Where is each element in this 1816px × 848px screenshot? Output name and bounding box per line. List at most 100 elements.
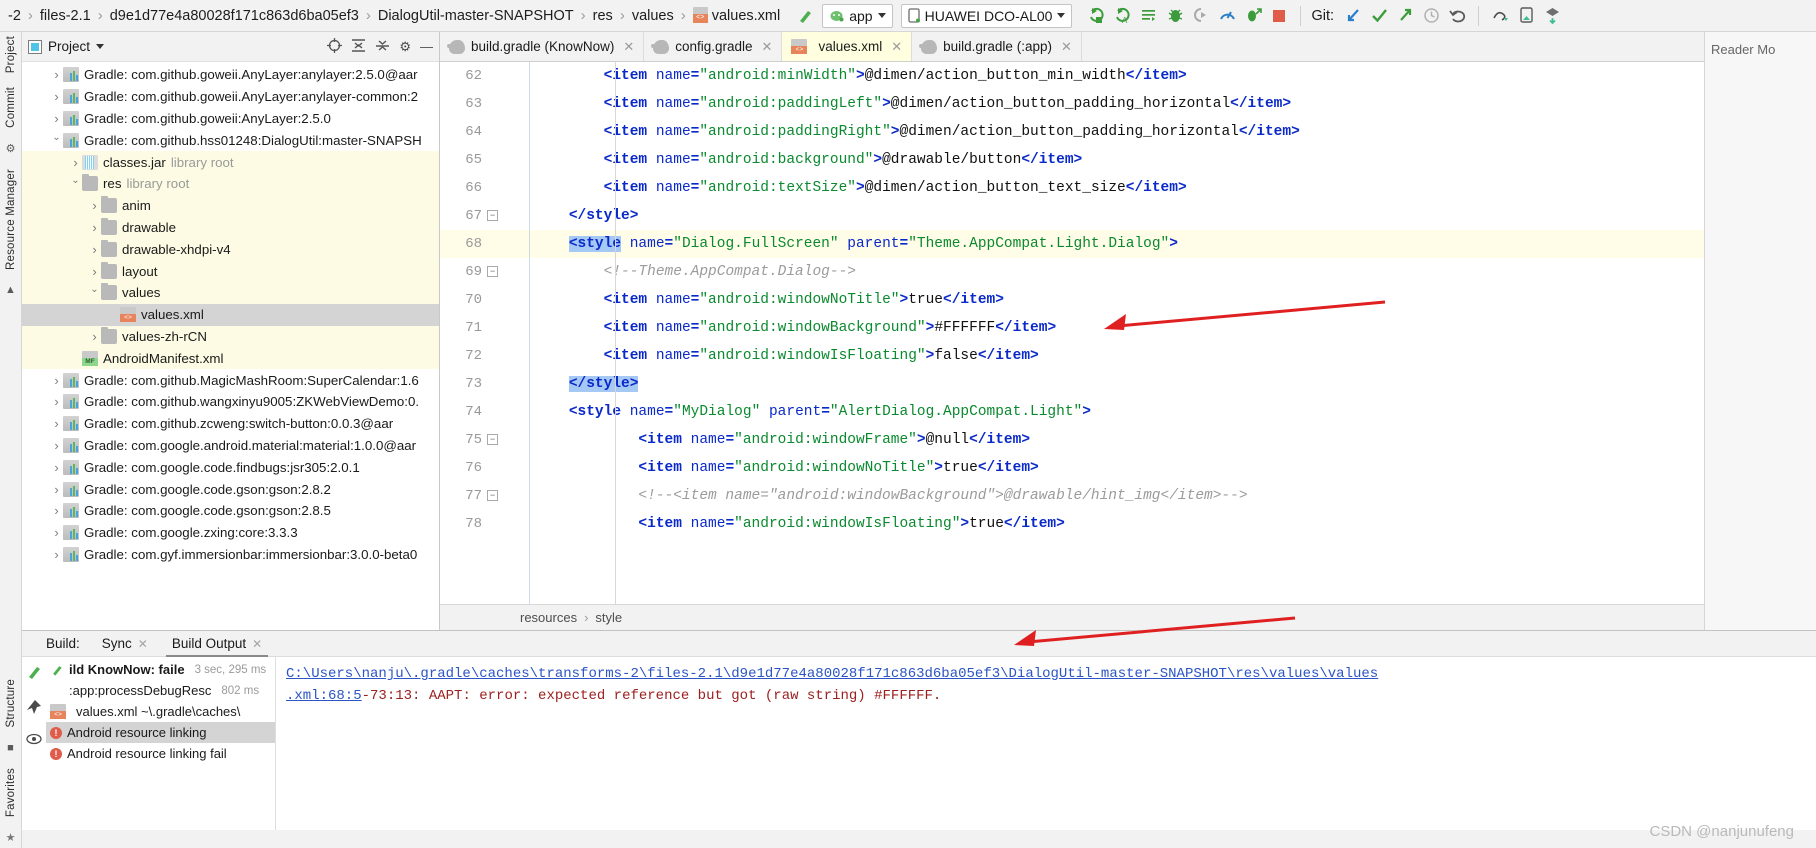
tree-expand-arrow[interactable]: [50, 438, 63, 453]
git-commit-icon[interactable]: [1366, 4, 1392, 28]
locate-icon[interactable]: [327, 37, 343, 56]
tree-item[interactable]: Gradle: com.github.goweii.AnyLayer:anyla…: [22, 64, 439, 86]
editor-tab[interactable]: build.gradle (:app) ✕: [912, 32, 1082, 61]
tree-expand-arrow[interactable]: [88, 264, 101, 279]
tree-item[interactable]: Gradle: com.google.zxing:core:3.3.3: [22, 522, 439, 544]
tree-item[interactable]: Gradle: com.gyf.immersionbar:immersionba…: [22, 544, 439, 566]
tree-item[interactable]: Gradle: com.github.zcweng:switch-button:…: [22, 413, 439, 435]
tree-expand-arrow[interactable]: [88, 287, 101, 298]
tree-item[interactable]: layout: [22, 260, 439, 282]
breadcrumb-item[interactable]: values.xml: [691, 7, 783, 24]
stop-icon[interactable]: [1266, 4, 1292, 28]
build-tree-item[interactable]: ! Android resource linking fail: [46, 743, 275, 764]
tree-expand-arrow[interactable]: [50, 547, 63, 562]
rail-button-commit[interactable]: Commit: [5, 87, 17, 128]
tree-expand-arrow[interactable]: [88, 198, 101, 213]
error-location-link[interactable]: .xml:68:5: [286, 688, 362, 704]
breadcrumb-item[interactable]: values: [630, 8, 676, 24]
code-content[interactable]: <item name="android:minWidth">@dimen/act…: [522, 62, 1704, 604]
sdk-manager-icon[interactable]: [1539, 4, 1565, 28]
breadcrumb-item[interactable]: d9e1d77e4a80028f171c863d6ba05ef3: [108, 8, 361, 24]
breadcrumb-item[interactable]: res: [591, 8, 615, 24]
editor-breadcrumb-item[interactable]: resources: [520, 610, 577, 625]
fold-toggle-icon[interactable]: −: [487, 434, 498, 445]
build-tree-item[interactable]: :app:processDebugResc 802 ms: [46, 680, 275, 701]
tree-item[interactable]: values: [22, 281, 439, 304]
expand-all-icon[interactable]: [351, 38, 366, 56]
tree-item[interactable]: Gradle: com.google.code.gson:gson:2.8.2: [22, 478, 439, 500]
tree-expand-arrow[interactable]: [50, 373, 63, 388]
build-tab-build-output[interactable]: Build Output ✕: [160, 631, 274, 657]
tree-item[interactable]: anim: [22, 194, 439, 217]
git-update-icon[interactable]: [1340, 4, 1366, 28]
tree-expand-arrow[interactable]: [50, 89, 63, 104]
rerun-icon[interactable]: [25, 663, 43, 684]
tree-expand-arrow[interactable]: [50, 67, 63, 82]
run-with-args-icon[interactable]: A: [1110, 4, 1136, 28]
breadcrumb-item[interactable]: -2: [6, 8, 23, 24]
tree-expand-arrow[interactable]: [50, 460, 63, 475]
chevron-down-icon[interactable]: [877, 13, 886, 18]
tree-expand-arrow[interactable]: [88, 242, 101, 257]
tree-item[interactable]: AndroidManifest.xml: [22, 347, 439, 370]
apply-changes-icon[interactable]: [1136, 4, 1162, 28]
editor-breadcrumb[interactable]: resources › style: [440, 604, 1704, 630]
chevron-down-icon[interactable]: [1057, 13, 1066, 18]
settings-icon[interactable]: ⚙: [399, 39, 411, 55]
tree-expand-arrow[interactable]: [50, 416, 63, 431]
tree-expand-arrow[interactable]: [69, 155, 82, 170]
hide-panel-icon[interactable]: —: [420, 39, 433, 54]
editor-tab[interactable]: values.xml ✕: [782, 32, 913, 61]
editor-breadcrumb-item[interactable]: style: [595, 610, 622, 625]
run-configuration-selector[interactable]: app: [822, 3, 893, 28]
build-tree-item[interactable]: values.xml ~\.gradle\caches\: [46, 701, 275, 722]
close-icon[interactable]: ✕: [138, 637, 148, 651]
rail-button-resource-manager[interactable]: Resource Manager: [5, 169, 17, 270]
tree-item[interactable]: drawable-xhdpi-v4: [22, 238, 439, 261]
tree-expand-arrow[interactable]: [69, 178, 82, 189]
tree-item[interactable]: classes.jarlibrary root: [22, 151, 439, 173]
close-icon[interactable]: ✕: [1061, 39, 1072, 55]
tree-expand-arrow[interactable]: [50, 111, 63, 126]
device-manager-icon[interactable]: [1513, 4, 1539, 28]
debug-attach-icon[interactable]: [1240, 4, 1266, 28]
tree-expand-arrow[interactable]: [50, 525, 63, 540]
build-tree-item[interactable]: ild KnowNow: faile 3 sec, 295 ms: [46, 659, 275, 680]
fold-toggle-icon[interactable]: −: [487, 266, 498, 277]
rail-button-favorites[interactable]: Favorites: [5, 768, 17, 817]
tree-item[interactable]: Gradle: com.github.goweii.AnyLayer:anyla…: [22, 86, 439, 108]
fold-toggle-icon[interactable]: −: [487, 210, 498, 221]
tree-expand-arrow[interactable]: [50, 394, 63, 409]
collapse-all-icon[interactable]: [375, 38, 390, 56]
tree-item[interactable]: drawable: [22, 216, 439, 239]
device-selector[interactable]: HUAWEI DCO-AL00: [900, 3, 1073, 28]
breadcrumb-item[interactable]: files-2.1: [38, 8, 93, 24]
tree-item[interactable]: Gradle: com.google.code.findbugs:jsr305:…: [22, 456, 439, 478]
editor-tab[interactable]: config.gradle ✕: [644, 32, 783, 61]
build-tab-sync[interactable]: Sync ✕: [90, 631, 160, 657]
search-everywhere-icon[interactable]: [1487, 4, 1513, 28]
code-view[interactable]: 62 63 64 65 66 67−68−69 70 71 72 73−74−75 76 77 78 <…: [440, 62, 1704, 604]
tree-item[interactable]: Gradle: com.github.goweii:AnyLayer:2.5.0: [22, 108, 439, 130]
close-icon[interactable]: ✕: [891, 39, 902, 55]
fold-toggle-icon[interactable]: −: [487, 490, 498, 501]
error-file-link[interactable]: C:\Users\nanju\.gradle\caches\transforms…: [286, 666, 1378, 682]
eye-icon[interactable]: [26, 733, 42, 748]
close-icon[interactable]: ✕: [252, 637, 262, 651]
tree-expand-arrow[interactable]: [50, 482, 63, 497]
tree-item[interactable]: values-zh-rCN: [22, 325, 439, 348]
tree-expand-arrow[interactable]: [88, 329, 101, 344]
rail-button-structure[interactable]: Structure: [5, 679, 17, 727]
debug-icon[interactable]: [1162, 4, 1188, 28]
tree-item[interactable]: Gradle: com.github.hss01248:DialogUtil:m…: [22, 129, 439, 151]
editor-tab[interactable]: build.gradle (KnowNow) ✕: [440, 32, 645, 61]
build-output-tree[interactable]: ild KnowNow: faile 3 sec, 295 ms:app:proc…: [46, 657, 276, 830]
tree-item[interactable]: Gradle: com.google.code.gson:gson:2.8.5: [22, 500, 439, 522]
pin-icon[interactable]: [26, 699, 42, 718]
tree-expand-arrow[interactable]: [88, 220, 101, 235]
close-icon[interactable]: ✕: [623, 39, 634, 55]
breadcrumb-item[interactable]: DialogUtil-master-SNAPSHOT: [376, 8, 576, 24]
tree-item[interactable]: reslibrary root: [22, 172, 439, 195]
git-history-icon[interactable]: [1418, 4, 1444, 28]
git-revert-icon[interactable]: [1444, 4, 1470, 28]
